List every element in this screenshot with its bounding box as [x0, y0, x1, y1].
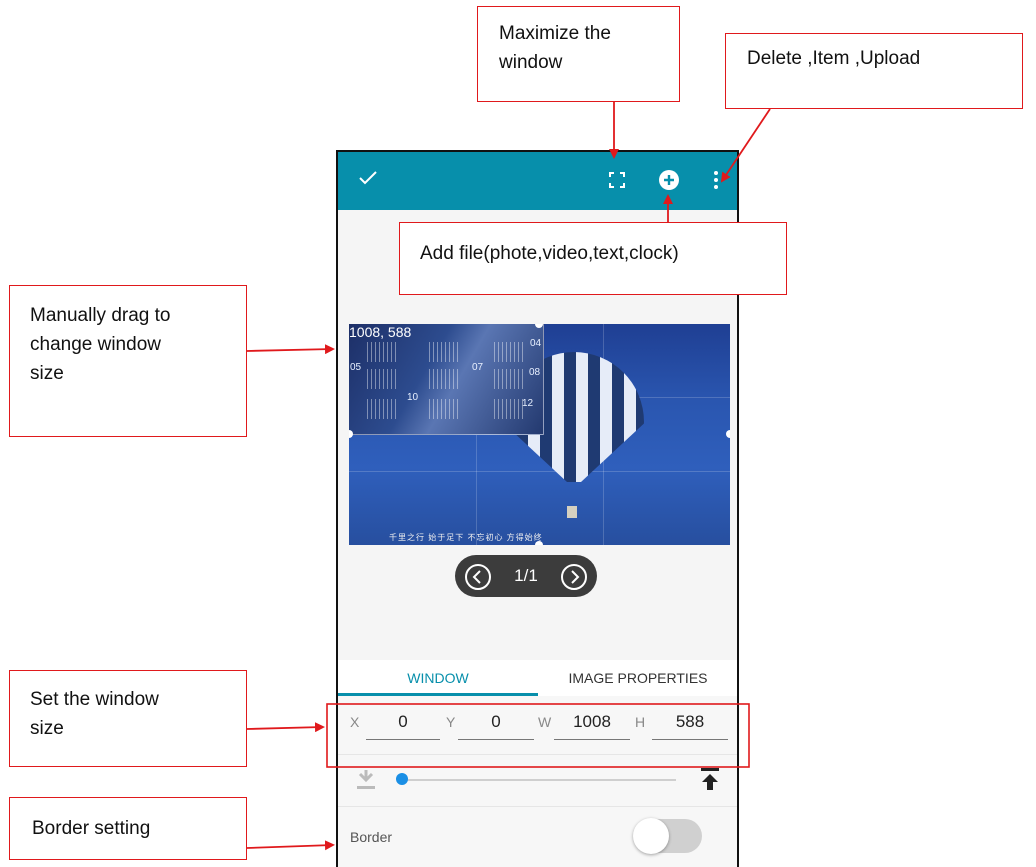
y-input[interactable]: 0	[458, 712, 534, 732]
callout-text: Delete ,Item ,Upload	[747, 48, 921, 69]
callout-maximize: Maximize the window	[477, 6, 680, 102]
tab-window[interactable]: WINDOW	[338, 660, 538, 696]
callout-border-setting: Border setting	[9, 797, 247, 860]
layer-slider-row	[338, 754, 737, 807]
resize-handle-right[interactable]	[726, 430, 730, 438]
layer-slider-knob[interactable]	[396, 773, 408, 785]
arrow-manual-drag	[246, 344, 335, 355]
toolbar	[338, 152, 737, 210]
callout-text: Maximize the	[499, 23, 611, 44]
window-size-fields: X 0 Y 0 W 1008 H 588	[338, 696, 737, 754]
move-down-icon[interactable]	[356, 769, 376, 791]
callout-text: Manually drag to	[30, 305, 171, 326]
border-label: Border	[350, 829, 393, 845]
border-row: Border	[338, 806, 737, 867]
callout-set-window-size: Set the window size	[9, 670, 247, 767]
layer-slider-track[interactable]	[402, 779, 676, 781]
maximize-icon[interactable]	[609, 172, 625, 188]
tab-bar: WINDOW IMAGE PROPERTIES	[338, 660, 737, 696]
move-up-icon[interactable]	[700, 767, 720, 791]
image-caption: 千里之行 始于足下 不忘初心 方得始终	[389, 533, 543, 542]
check-icon[interactable]	[358, 170, 378, 186]
h-input[interactable]: 588	[652, 712, 728, 732]
calendar-month: 10	[407, 392, 419, 403]
x-input[interactable]: 0	[366, 712, 440, 732]
w-input[interactable]: 1008	[554, 712, 630, 732]
tab-image-properties[interactable]: IMAGE PROPERTIES	[538, 660, 737, 696]
resize-handle-left[interactable]	[349, 430, 353, 438]
add-icon[interactable]	[658, 169, 680, 191]
page-navigator: 1/1	[455, 555, 597, 597]
callout-text: Add file(phote,video,text,clock)	[420, 243, 679, 264]
x-label: X	[350, 714, 360, 730]
arrow-set-window-size	[246, 722, 325, 733]
calendar-month: 04	[530, 338, 542, 349]
balloon-basket	[567, 506, 577, 518]
calendar-month: 05	[350, 362, 362, 373]
callout-text: size	[30, 718, 64, 739]
border-toggle[interactable]	[633, 818, 702, 854]
h-label: H	[635, 714, 646, 730]
arrow-border-setting	[246, 840, 335, 851]
border-toggle-knob	[633, 818, 669, 854]
callout-add-file: Add file(phote,video,text,clock)	[399, 222, 787, 295]
callout-manual-drag: Manually drag to change window size	[9, 285, 247, 437]
callout-text: change window	[30, 334, 161, 355]
y-label: Y	[446, 714, 456, 730]
chevron-right-icon	[571, 570, 580, 584]
callout-text: Border setting	[32, 818, 151, 839]
callout-text: size	[30, 363, 64, 384]
callout-delete-item-upload: Delete ,Item ,Upload	[725, 33, 1023, 109]
resize-handle-bottom[interactable]	[535, 541, 543, 545]
w-label: W	[538, 714, 552, 730]
calendar-month: 07	[472, 362, 484, 373]
window-size-label: 1008, 588	[349, 324, 412, 340]
calendar-month: 08	[529, 367, 541, 378]
more-icon[interactable]	[713, 170, 719, 190]
callout-text: window	[499, 52, 563, 73]
next-page-button[interactable]	[561, 564, 587, 590]
calendar-month: 12	[522, 398, 534, 409]
calendar-window[interactable]: 04 07 08 10 12 05 1008, 588	[349, 324, 544, 435]
callout-text: Set the window	[30, 689, 159, 710]
window-preview[interactable]: 04 07 08 10 12 05 1008, 588 千里之行 始于足下 不忘…	[349, 324, 730, 545]
